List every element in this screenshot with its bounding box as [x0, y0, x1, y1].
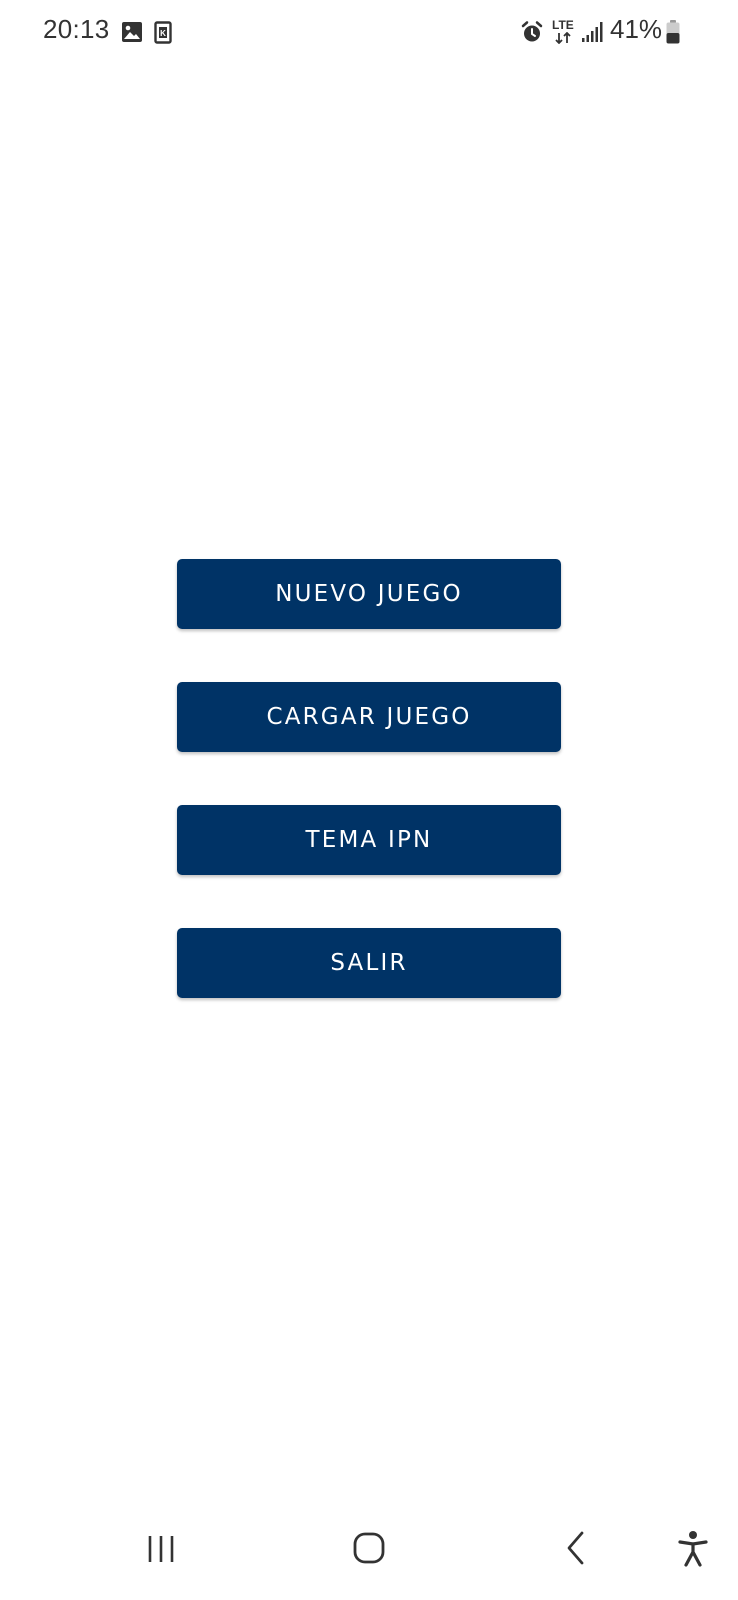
alarm-icon: [521, 21, 543, 42]
navigation-bar: [0, 1510, 738, 1600]
exit-button[interactable]: SALIR: [177, 928, 561, 998]
status-time: 20:13: [43, 14, 110, 44]
network-type-label: LTE: [552, 18, 574, 32]
signal-icon: [582, 22, 603, 42]
lte-icon: LTE: [551, 18, 577, 46]
battery-icon: [666, 20, 680, 44]
ipn-theme-button[interactable]: TEMA IPN: [177, 805, 561, 875]
accessibility-icon[interactable]: [677, 1530, 709, 1568]
new-game-button[interactable]: NUEVO JUEGO: [177, 559, 561, 629]
main-menu: NUEVO JUEGO CARGAR JUEGO TEMA IPN SALIR: [177, 559, 561, 1051]
status-bar: 20:13 K LTE 41%: [0, 0, 738, 66]
gallery-icon: [122, 22, 142, 42]
home-icon[interactable]: [351, 1530, 387, 1566]
recent-apps-icon[interactable]: [143, 1532, 179, 1566]
back-icon[interactable]: [563, 1530, 589, 1566]
battery-percent: 41%: [610, 14, 663, 44]
svg-text:K: K: [160, 29, 166, 38]
sim-card-icon: K: [154, 21, 172, 44]
load-game-button[interactable]: CARGAR JUEGO: [177, 682, 561, 752]
